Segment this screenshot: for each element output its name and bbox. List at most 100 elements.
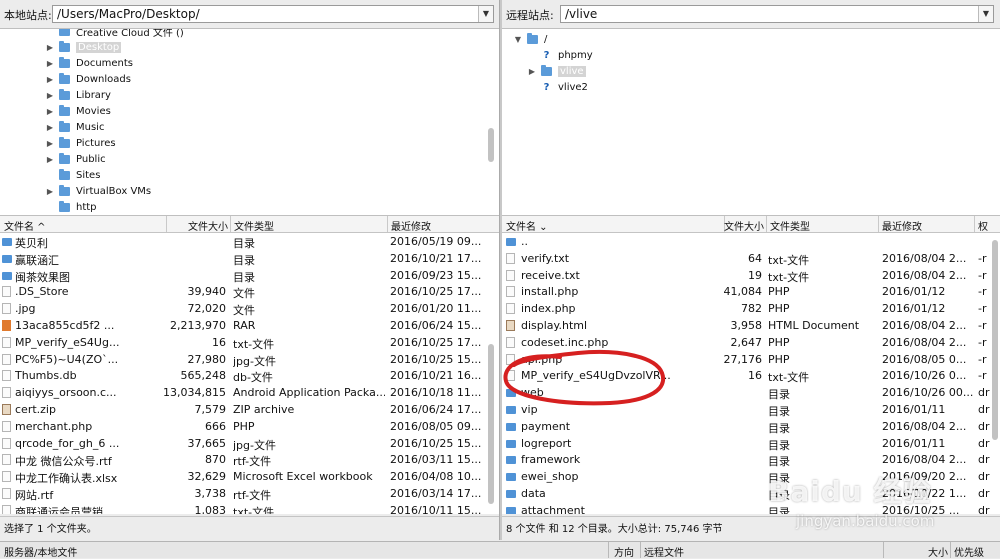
disclosure-triangle-icon[interactable]: ▶ [44,139,56,148]
tree-item[interactable]: Creative Cloud 文件 () [44,29,184,39]
local-file-row[interactable]: merchant.php 666 PHP 2016/08/05 09... [0,418,500,435]
file-permissions: dr [978,453,990,467]
file-type: txt-文件 [768,371,810,385]
remote-file-row[interactable]: display.html 3,958 HTML Document 2016/08/04… [502,317,1000,334]
column-header-type[interactable]: 文件类型 [234,218,384,233]
column-header-size[interactable]: 文件大小 [724,218,764,233]
tree-item[interactable]: ? vlive2 [526,79,588,95]
remote-file-row[interactable]: MP_verify_eS4UgDvzolVR... 16 txt-文件 2016/10… [502,367,1000,384]
local-file-row[interactable]: 赢联涵汇 目录 2016/10/21 17... [0,250,500,267]
tree-item[interactable]: ▶ Library [44,87,111,103]
tree-item[interactable]: ▶ Pictures [44,135,116,151]
file-type: PHP [768,285,790,299]
local-directory-tree[interactable]: Creative Cloud 文件 () ▶ Desktop ▶ Documents ▶ D… [0,28,500,216]
local-file-row[interactable]: .jpg 72,020 文件 2016/01/20 11... [0,300,500,317]
column-header-modified[interactable]: 最近修改 [882,218,972,233]
disclosure-triangle-icon[interactable]: ▶ [44,187,56,196]
column-header-name[interactable]: 文件名 ^ [4,218,164,233]
chevron-down-icon[interactable]: ▼ [478,6,493,22]
folder-icon [506,405,516,414]
local-tree-scrollbar[interactable] [488,128,494,162]
local-file-row[interactable]: qrcode_for_gh_6 ... 37,665 jpg-文件 2016/10/2… [0,435,500,452]
remote-file-row[interactable]: index.php 782 PHP 2016/01/12 -r [502,300,1000,317]
file-modified: 2016/10/18 11... [390,386,482,400]
file-name: 赢联涵汇 [15,253,59,267]
column-header-permissions[interactable]: 权 [978,218,998,233]
remote-file-row[interactable]: ewei_shop 目录 2016/09/20 2... dr [502,468,1000,485]
local-file-row[interactable]: 13aca855cd5f2 ... 2,213,970 RAR 2016/06/24 … [0,317,500,334]
column-header-type[interactable]: 文件类型 [770,218,878,233]
local-file-row[interactable]: 商联通运会员营销... 1,083 txt-文件 2016/10/11 15... [0,502,500,514]
local-file-row[interactable]: 中龙 微信公众号.rtf 870 rtf-文件 2016/03/11 15... [0,451,500,468]
file-icon [506,353,515,365]
local-file-row[interactable]: cert.zip 7,579 ZIP archive 2016/06/24 17... [0,401,500,418]
remote-file-row[interactable]: codeset.inc.php 2,647 PHP 2016/08/04 2... -r [502,334,1000,351]
remote-file-row[interactable]: install.php 41,084 PHP 2016/01/12 -r [502,283,1000,300]
file-modified: 2016/04/08 10... [390,470,482,484]
file-size: 565,248 [180,369,227,383]
tree-item-label: / [544,33,548,45]
local-file-row[interactable]: aiqiyys_orsoon.c... 13,034,815 Android App… [0,384,500,401]
remote-file-row[interactable]: logreport 目录 2016/01/11 dr [502,435,1000,452]
remote-file-list[interactable]: 文件名 ⌄ 文件大小 文件类型 最近修改 权 .. verify.txt 64 txt… [502,216,1000,514]
remote-file-row[interactable]: payment 目录 2016/08/04 2... dr [502,418,1000,435]
tree-item[interactable]: ▶ Movies [44,103,111,119]
tree-item[interactable]: ▶ Downloads [44,71,131,87]
local-file-row[interactable]: 网站.rtf 3,738 rtf-文件 2016/03/14 17... [0,485,500,502]
tree-item[interactable]: ▶ Public [44,151,106,167]
disclosure-triangle-icon[interactable]: ▶ [44,91,56,100]
disclosure-triangle-icon[interactable]: ▶ [44,59,56,68]
remote-file-row[interactable]: web 目录 2016/10/26 00... dr [502,384,1000,401]
tree-item[interactable]: ▶ vlive [526,63,586,79]
remote-list-scrollbar[interactable] [992,240,998,440]
disclosure-triangle-icon[interactable]: ▶ [44,155,56,164]
local-file-row[interactable]: MP_verify_eS4Ug... 16 txt-文件 2016/10/25 17.… [0,334,500,351]
column-header-size[interactable]: 文件大小 [166,218,228,233]
remote-file-row[interactable]: receive.txt 19 txt-文件 2016/08/04 2... -r [502,267,1000,284]
tree-item[interactable]: http [44,199,97,215]
file-name: logreport [521,436,572,450]
file-name: 闽茶效果图 [15,270,70,284]
tree-item[interactable]: ▶ VirtualBox VMs [44,183,151,199]
local-list-scrollbar[interactable] [488,344,494,504]
file-modified: 2016/10/25 17... [390,285,482,299]
remote-file-row[interactable]: data 目录 2016/10/22 1... dr [502,485,1000,502]
tree-item[interactable]: ? phpmy [526,47,593,63]
local-file-row[interactable]: PC%F5)~U4(ZO`... 27,980 jpg-文件 2016/10/25 1… [0,351,500,368]
remote-file-row[interactable]: .. [502,233,1000,250]
remote-file-row[interactable]: attachment 目录 2016/10/25 ... dr [502,502,1000,514]
disclosure-triangle-icon[interactable]: ▶ [526,67,538,76]
tree-item[interactable]: ▶ Music [44,119,104,135]
remote-file-row[interactable]: verify.txt 64 txt-文件 2016/08/04 2... -r [502,250,1000,267]
folder-icon [506,389,516,398]
disclosure-triangle-icon[interactable]: ▼ [512,35,524,44]
local-file-row[interactable]: 英贝利 目录 2016/05/19 09... [0,233,500,250]
local-site-path-input[interactable]: /Users/MacPro/Desktop/ ▼ [52,5,494,23]
local-file-row[interactable]: .DS_Store 39,940 文件 2016/10/25 17... [0,283,500,300]
local-file-row[interactable]: 闽茶效果图 目录 2016/09/23 15... [0,267,500,284]
disclosure-triangle-icon[interactable]: ▶ [44,75,56,84]
remote-file-row[interactable]: vip 目录 2016/01/11 dr [502,401,1000,418]
chevron-down-icon[interactable]: ▼ [978,6,993,22]
tree-item[interactable]: ▶ Documents [44,55,133,71]
file-modified: 2016/08/04 2... [882,268,967,282]
local-file-row[interactable]: 中龙工作确认表.xlsx 32,629 Microsoft Excel workbo… [0,468,500,485]
remote-file-row[interactable]: api.php 27,176 PHP 2016/08/05 0... -r [502,351,1000,368]
column-header-name[interactable]: 文件名 ⌄ [506,218,656,233]
file-modified: 2016/09/23 15... [390,268,482,282]
file-icon [2,454,11,466]
tree-item[interactable]: Sites [44,167,100,183]
tree-item[interactable]: ▼ / [512,31,547,47]
remote-site-path-input[interactable]: /vlive ▼ [560,5,994,23]
file-modified: 2016/08/05 0... [882,352,967,366]
local-file-list[interactable]: 文件名 ^ 文件大小 文件类型 最近修改 英贝利 目录 2016/05/19 09.… [0,216,500,514]
remote-directory-tree[interactable]: ▼ /? phpmy ▶ vlive? vlive2 [502,28,1000,216]
file-type: 目录 [233,253,255,267]
local-file-row[interactable]: Thumbs.db 565,248 db-文件 2016/10/21 16... [0,367,500,384]
tree-item[interactable]: ▶ Desktop [44,39,122,55]
column-header-modified[interactable]: 最近修改 [391,218,491,233]
disclosure-triangle-icon[interactable]: ▶ [44,43,56,52]
disclosure-triangle-icon[interactable]: ▶ [44,123,56,132]
disclosure-triangle-icon[interactable]: ▶ [44,107,56,116]
remote-file-row[interactable]: framework 目录 2016/08/04 2... dr [502,451,1000,468]
